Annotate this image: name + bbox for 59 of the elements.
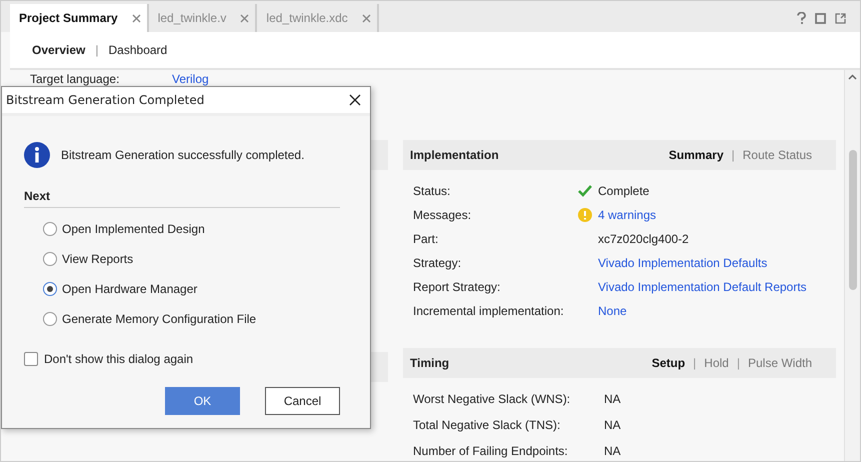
- field-label: Total Negative Slack (TNS):: [413, 418, 562, 432]
- field-value: Complete: [598, 184, 650, 198]
- field-value: NA: [604, 444, 621, 458]
- value-link[interactable]: Vivado Implementation Defaults: [598, 256, 768, 270]
- dialog-button[interactable]: OK: [165, 387, 240, 415]
- field-value: xc7z020clg400-2: [598, 232, 689, 246]
- section-heading: Next: [24, 189, 340, 208]
- separator: |: [95, 43, 98, 57]
- separator: |: [736, 356, 740, 370]
- radio-button[interactable]: [43, 222, 57, 236]
- option-label[interactable]: Generate Memory Configuration File: [62, 312, 256, 326]
- field-label: Strategy:: [413, 256, 462, 270]
- help-icon[interactable]: [797, 12, 806, 24]
- view-tab[interactable]: Overview: [32, 43, 86, 57]
- maximize-icon[interactable]: [815, 12, 826, 24]
- radio-button[interactable]: [43, 282, 57, 296]
- field-value: NA: [604, 392, 621, 406]
- option-label[interactable]: Open Implemented Design: [62, 222, 205, 236]
- view-link[interactable]: Summary: [668, 148, 724, 162]
- check-icon: [578, 185, 592, 197]
- view-link[interactable]: Hold: [704, 356, 729, 370]
- view-link[interactable]: Route Status: [742, 148, 812, 162]
- field-label: Incremental implementation:: [413, 304, 565, 318]
- field-label: Target language:: [30, 72, 120, 86]
- dialog-message: Bitstream Generation successfully completed.: [61, 148, 304, 162]
- close-icon[interactable]: [349, 94, 361, 106]
- value-link[interactable]: 4 warnings: [598, 208, 656, 222]
- field-label: Messages:: [413, 208, 472, 222]
- editor-tab[interactable]: Project Summary: [10, 4, 149, 32]
- view-tab[interactable]: Dashboard: [108, 43, 168, 57]
- radio-button[interactable]: [43, 252, 57, 266]
- separator: |: [732, 148, 735, 162]
- language-link[interactable]: Verilog: [172, 72, 209, 86]
- value-link[interactable]: None: [598, 304, 627, 318]
- view-link[interactable]: Setup: [652, 356, 686, 370]
- view-link[interactable]: Pulse Width: [748, 356, 812, 370]
- field-value: NA: [604, 418, 621, 432]
- dialog-title: Bitstream Generation Completed: [6, 93, 204, 107]
- value-link[interactable]: Vivado Implementation Default Reports: [598, 280, 807, 294]
- panel-title: Timing: [410, 356, 450, 370]
- option-label[interactable]: Open Hardware Manager: [62, 282, 198, 296]
- field-label: Status:: [413, 184, 452, 198]
- info-icon: [24, 142, 50, 168]
- field-label: Report Strategy:: [413, 280, 502, 294]
- dialog-button[interactable]: Cancel: [265, 387, 340, 415]
- warning-icon: [578, 208, 592, 222]
- field-label: Part:: [413, 232, 440, 246]
- field-label: Number of Failing Endpoints:: [413, 444, 569, 458]
- radio-button[interactable]: [43, 312, 57, 326]
- scrollbar[interactable]: [844, 70, 860, 461]
- field-label: Worst Negative Slack (WNS):: [413, 392, 572, 406]
- float-window-icon[interactable]: [835, 12, 846, 24]
- scroll-up-icon[interactable]: [848, 74, 857, 80]
- checkbox[interactable]: [24, 352, 38, 366]
- separator: |: [693, 356, 696, 370]
- panel-title: Implementation: [410, 148, 499, 162]
- scroll-thumb[interactable]: [848, 150, 856, 290]
- checkbox-label[interactable]: Don't show this dialog again: [44, 352, 194, 366]
- option-label[interactable]: View Reports: [62, 252, 134, 266]
